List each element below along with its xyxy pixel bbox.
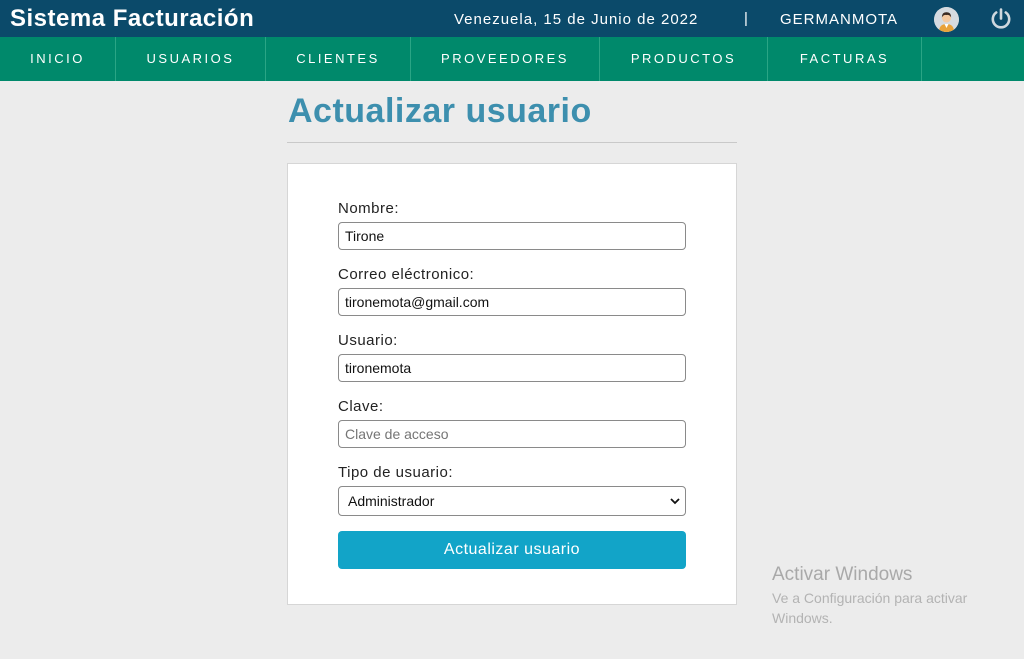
- nav-item-productos[interactable]: PRODUCTOS: [600, 37, 768, 81]
- usuario-label: Usuario:: [338, 332, 398, 349]
- tipo-usuario-label: Tipo de usuario:: [338, 464, 454, 481]
- chevron-down-icon: [670, 498, 680, 505]
- header-separator: |: [744, 10, 748, 27]
- power-icon[interactable]: [989, 7, 1013, 31]
- title-divider: [287, 142, 737, 143]
- nav-item-proveedores[interactable]: PROVEEDORES: [411, 37, 600, 81]
- tipo-usuario-select[interactable]: Administrador: [338, 486, 686, 516]
- page-title: Actualizar usuario: [288, 92, 592, 130]
- user-avatar-icon[interactable]: [934, 7, 959, 32]
- email-input[interactable]: [338, 288, 686, 316]
- nombre-input[interactable]: [338, 222, 686, 250]
- nav-item-usuarios[interactable]: USUARIOS: [116, 37, 266, 81]
- correo-label: Correo eléctronico:: [338, 266, 475, 283]
- nav-item-inicio[interactable]: INICIO: [0, 37, 116, 81]
- actualizar-usuario-button[interactable]: Actualizar usuario: [338, 531, 686, 569]
- usuario-input[interactable]: [338, 354, 686, 382]
- clave-input[interactable]: [338, 420, 686, 448]
- main-nav: INICIO USUARIOS CLIENTES PROVEEDORES PRO…: [0, 37, 1024, 81]
- nombre-label: Nombre:: [338, 200, 400, 217]
- current-username: GERMANMOTA: [780, 11, 899, 28]
- activation-watermark-title: Activar Windows: [772, 564, 913, 585]
- nav-item-clientes[interactable]: CLIENTES: [266, 37, 411, 81]
- activation-watermark-subtitle: Ve a Configuración para activar Windows.: [772, 590, 968, 626]
- nav-item-facturas[interactable]: FACTURAS: [768, 37, 922, 81]
- tipo-usuario-value: Administrador: [348, 493, 435, 509]
- clave-label: Clave:: [338, 398, 384, 415]
- app-title: Sistema Facturación: [10, 5, 255, 32]
- top-bar: Sistema Facturación Venezuela, 15 de Jun…: [0, 0, 1024, 37]
- current-date: Venezuela, 15 de Junio de 2022: [454, 11, 699, 28]
